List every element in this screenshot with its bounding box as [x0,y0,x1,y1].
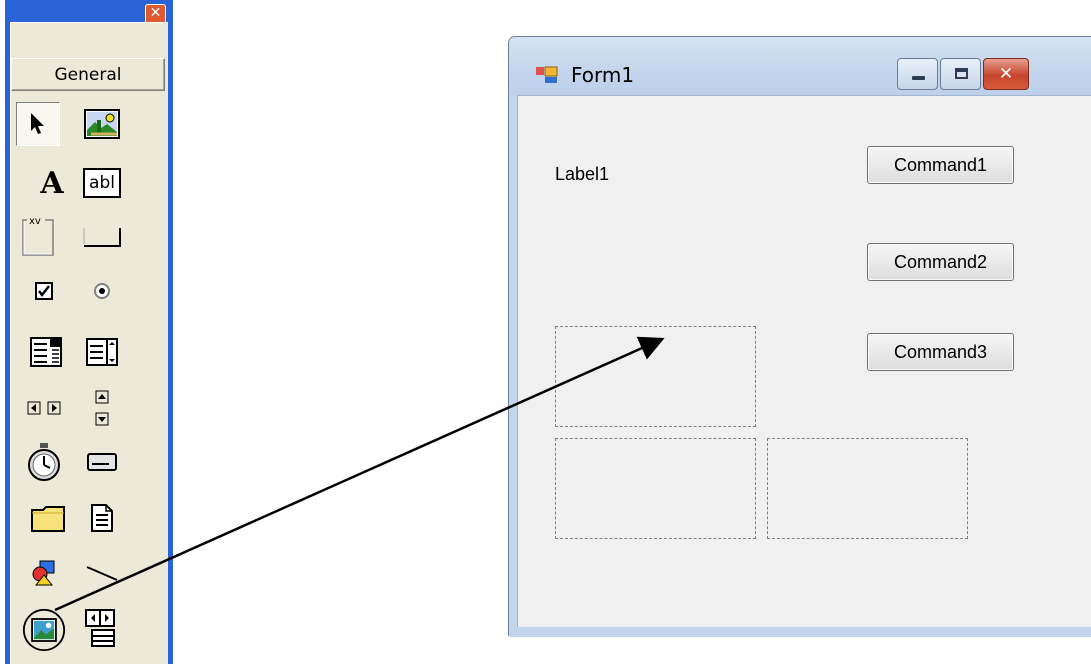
annotation-arrow [54,336,665,612]
arrow-line [54,336,665,612]
